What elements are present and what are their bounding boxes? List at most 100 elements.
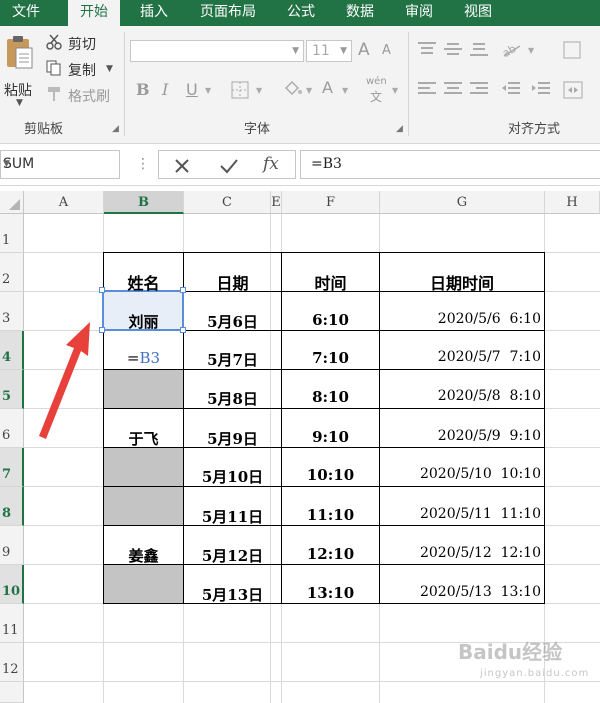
column-header-h[interactable]: H xyxy=(545,191,600,214)
table-cell[interactable]: 5月11日 xyxy=(184,506,281,527)
row-header-7[interactable]: 7 xyxy=(0,448,24,487)
table-cell[interactable]: 10:10 xyxy=(282,466,379,484)
table-cell[interactable]: 2020/5/7 7:10 xyxy=(380,349,541,365)
column-header-f[interactable]: F xyxy=(282,191,380,214)
align-middle-icon[interactable] xyxy=(442,40,464,58)
column-header-c[interactable]: C xyxy=(184,191,271,214)
merge-center-icon[interactable] xyxy=(562,80,586,100)
table-cell[interactable]: 11:10 xyxy=(282,506,379,524)
format-painter-button[interactable]: 格式刷 xyxy=(46,84,118,106)
underline-dropdown-icon[interactable]: ▼ xyxy=(205,86,211,95)
fill-color-dropdown-icon[interactable]: ▼ xyxy=(306,86,312,95)
table-cell[interactable]: 12:10 xyxy=(282,545,379,563)
tab-page-layout[interactable]: 页面布局 xyxy=(190,0,266,26)
wrap-text-icon[interactable] xyxy=(562,40,584,60)
phonetic-button[interactable]: wén xyxy=(366,76,387,87)
table-cell[interactable]: 2020/5/12 12:10 xyxy=(380,545,541,561)
table-cell[interactable]: 9:10 xyxy=(282,428,379,446)
row-header-13[interactable] xyxy=(0,682,24,703)
formula-input[interactable]: =B3 xyxy=(300,150,600,179)
fill-color-icon[interactable] xyxy=(282,78,304,100)
italic-button[interactable]: I xyxy=(162,80,168,99)
resize-handle-icon[interactable]: ⋮ xyxy=(136,156,150,172)
decrease-indent-icon[interactable] xyxy=(500,80,522,98)
enter-check-icon[interactable] xyxy=(219,157,239,175)
clipboard-launcher-icon[interactable]: ◢ xyxy=(112,124,119,134)
empty-gray-cell-b10[interactable] xyxy=(104,565,183,603)
row-header-4[interactable]: 4 xyxy=(0,331,24,370)
row-header-6[interactable]: 6 xyxy=(0,409,24,448)
row-header-11[interactable]: 11 xyxy=(0,604,24,643)
column-header-g[interactable]: G xyxy=(380,191,545,214)
cell-b4-formula[interactable]: =B3 xyxy=(104,349,183,367)
empty-gray-cell-b8[interactable] xyxy=(104,487,183,525)
table-cell[interactable]: 6:10 xyxy=(282,311,379,329)
tab-view[interactable]: 视图 xyxy=(452,0,504,26)
underline-button[interactable]: U xyxy=(186,80,198,99)
column-header-b[interactable]: B xyxy=(104,191,184,214)
insert-function-button[interactable]: fx xyxy=(263,154,279,174)
paste-button[interactable]: 粘贴 ▼ xyxy=(2,32,40,108)
tab-file[interactable]: 文件 xyxy=(0,0,52,26)
align-right-icon[interactable] xyxy=(468,80,490,98)
copy-button[interactable]: 复制 ▼ xyxy=(46,58,118,80)
row-header-12[interactable]: 12 xyxy=(0,643,24,682)
increase-indent-icon[interactable] xyxy=(530,80,552,98)
table-cell[interactable]: 5月12日 xyxy=(184,545,281,566)
font-name-select[interactable]: ▼ xyxy=(130,40,304,62)
borders-icon[interactable] xyxy=(230,80,252,100)
column-header-e[interactable]: E xyxy=(271,191,282,214)
table-cell[interactable]: 13:10 xyxy=(282,584,379,602)
table-cell[interactable]: 5月13日 xyxy=(184,584,281,605)
empty-gray-cell-b5[interactable] xyxy=(104,370,183,408)
grow-font-button[interactable]: A xyxy=(358,40,370,60)
table-cell[interactable]: 8:10 xyxy=(282,388,379,406)
cut-button[interactable]: 剪切 xyxy=(46,32,106,54)
shrink-font-button[interactable]: A xyxy=(382,43,391,58)
borders-dropdown-icon[interactable]: ▼ xyxy=(256,86,262,95)
align-center-icon[interactable] xyxy=(442,80,464,98)
tab-data[interactable]: 数据 xyxy=(334,0,386,26)
table-cell[interactable]: 2020/5/9 9:10 xyxy=(380,428,541,444)
empty-gray-cell-b7[interactable] xyxy=(104,448,183,486)
row-header-8[interactable]: 8 xyxy=(0,487,24,526)
font-color-button[interactable]: A xyxy=(322,78,333,97)
table-cell[interactable]: 2020/5/8 8:10 xyxy=(380,388,541,404)
cell-b9[interactable]: 姜鑫 xyxy=(104,545,183,566)
font-color-dropdown-icon[interactable]: ▼ xyxy=(342,86,348,95)
tab-formulas[interactable]: 公式 xyxy=(276,0,326,26)
row-header-9[interactable]: 9 xyxy=(0,526,24,565)
align-left-icon[interactable] xyxy=(416,80,438,98)
row-header-1[interactable]: 1 xyxy=(0,214,24,253)
cell-b6[interactable]: 于飞 xyxy=(104,428,183,449)
select-all-corner[interactable] xyxy=(0,191,24,214)
tab-home[interactable]: 开始 xyxy=(68,0,120,27)
cancel-icon[interactable] xyxy=(173,157,191,175)
table-cell[interactable]: 2020/5/10 10:10 xyxy=(380,466,541,482)
align-bottom-icon[interactable] xyxy=(468,40,490,58)
table-cell[interactable]: 5月8日 xyxy=(184,388,281,409)
orientation-dropdown-icon[interactable]: ▼ xyxy=(528,46,534,55)
table-cell[interactable]: 7:10 xyxy=(282,349,379,367)
table-cell[interactable]: 2020/5/6 6:10 xyxy=(380,311,541,327)
font-launcher-icon[interactable]: ◢ xyxy=(396,124,403,134)
name-box[interactable]: SUM ▼ xyxy=(0,150,120,179)
font-size-select[interactable]: 11 ▼ xyxy=(306,40,352,62)
row-header-10[interactable]: 10 xyxy=(0,565,24,604)
table-cell[interactable]: 2020/5/13 13:10 xyxy=(380,584,541,600)
table-cell[interactable]: 2020/5/11 11:10 xyxy=(380,506,541,522)
table-cell[interactable]: 5月6日 xyxy=(184,311,281,332)
align-top-icon[interactable] xyxy=(416,40,438,58)
column-header-a[interactable]: A xyxy=(24,191,104,214)
cell-b3[interactable]: 刘丽 xyxy=(104,311,183,332)
row-header-2[interactable]: 2 xyxy=(0,253,24,292)
table-cell[interactable]: 5月9日 xyxy=(184,428,281,449)
table-cell[interactable]: 5月7日 xyxy=(184,349,281,370)
table-cell[interactable]: 5月10日 xyxy=(184,466,281,487)
row-header-5[interactable]: 5 xyxy=(0,370,24,409)
orientation-icon[interactable]: ab xyxy=(500,38,524,60)
phonetic-dropdown-icon[interactable]: ▼ xyxy=(392,86,398,95)
bold-button[interactable]: B xyxy=(136,80,150,99)
tab-insert[interactable]: 插入 xyxy=(128,0,180,26)
row-header-3[interactable]: 3 xyxy=(0,292,24,331)
